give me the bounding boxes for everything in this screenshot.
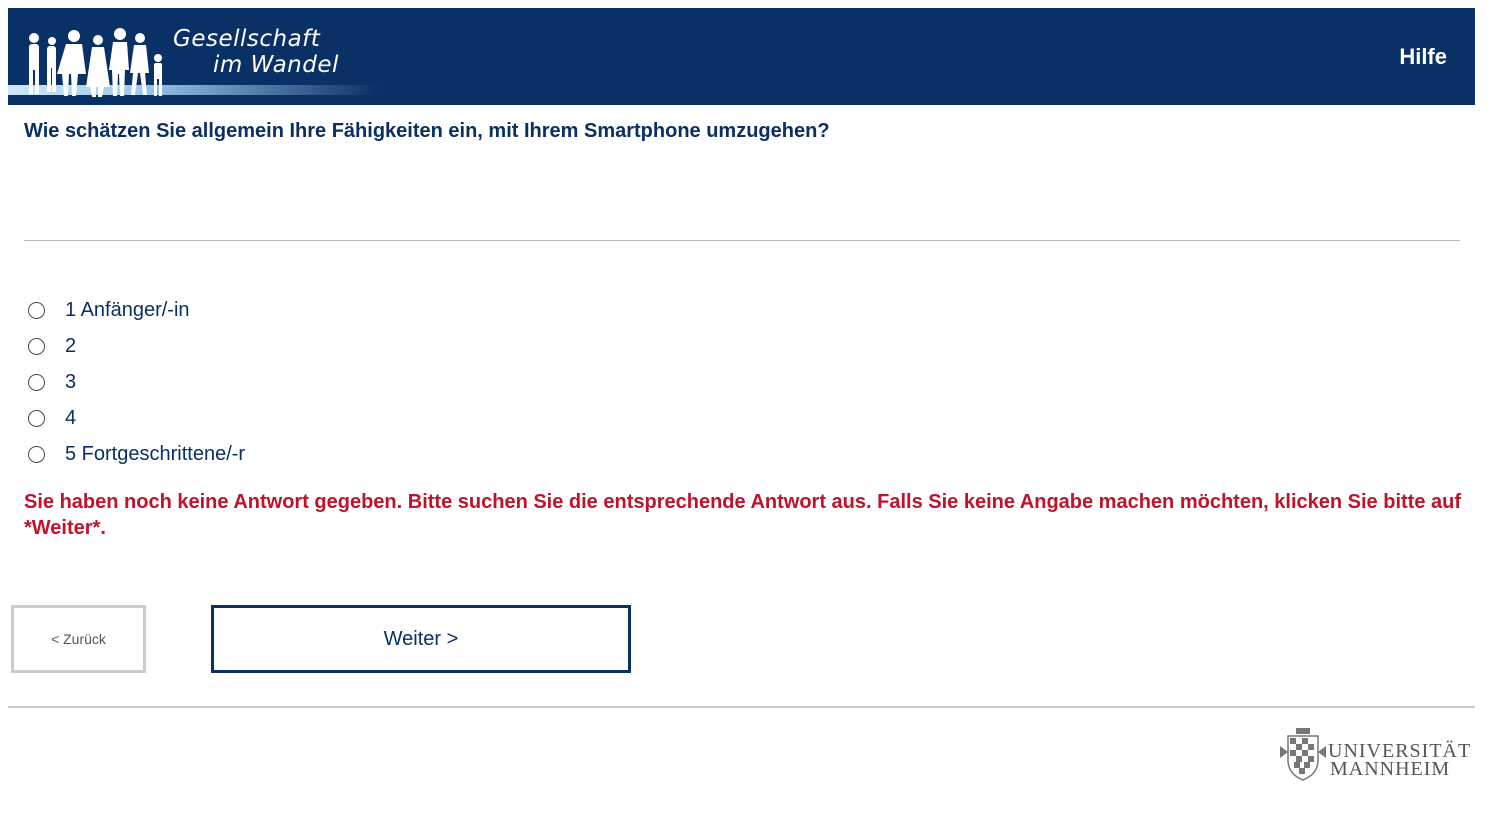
radio-button[interactable]	[28, 301, 45, 319]
radio-button[interactable]	[28, 373, 45, 391]
answer-options: 1 Anfänger/-in 2 3 4 5 Fortgeschrittene/…	[28, 292, 245, 472]
help-link[interactable]: Hilfe	[1399, 44, 1447, 70]
option-1[interactable]: 1 Anfänger/-in	[28, 292, 245, 328]
gesellschaft-im-wandel-logo: Gesellschaft im Wandel	[8, 8, 378, 105]
question-text: Wie schätzen Sie allgemein Ihre Fähigkei…	[24, 120, 830, 142]
back-button[interactable]: < Zurück	[11, 605, 146, 673]
option-label: 5 Fortgeschrittene/-r	[65, 442, 246, 465]
people-silhouettes-icon	[29, 28, 162, 97]
radio-button[interactable]	[28, 337, 45, 355]
radio-button[interactable]	[28, 445, 45, 463]
option-4[interactable]: 4	[28, 400, 245, 436]
header-banner: Gesellschaft im Wandel Hilfe	[8, 8, 1475, 105]
error-message: Sie haben noch keine Antwort gegeben. Bi…	[24, 491, 1462, 539]
next-button[interactable]: Weiter >	[211, 605, 631, 673]
radio-button[interactable]	[28, 409, 45, 427]
option-3[interactable]: 3	[28, 364, 245, 400]
university-name-line2: MANNHEIM	[1330, 758, 1451, 780]
option-label: 2	[65, 334, 77, 357]
option-label: 1 Anfänger/-in	[65, 298, 190, 321]
logo-text-line1: Gesellschaft	[173, 26, 321, 52]
university-seal-icon	[1280, 728, 1326, 781]
university-mannheim-logo: UNIVERSITÄT MANNHEIM	[1278, 726, 1478, 782]
option-5[interactable]: 5 Fortgeschrittene/-r	[28, 436, 245, 472]
option-label: 3	[65, 370, 77, 393]
option-label: 4	[65, 406, 77, 429]
divider	[24, 240, 1460, 241]
logo-text-line2: im Wandel	[213, 52, 339, 78]
footer-divider	[8, 706, 1475, 708]
option-2[interactable]: 2	[28, 328, 245, 364]
